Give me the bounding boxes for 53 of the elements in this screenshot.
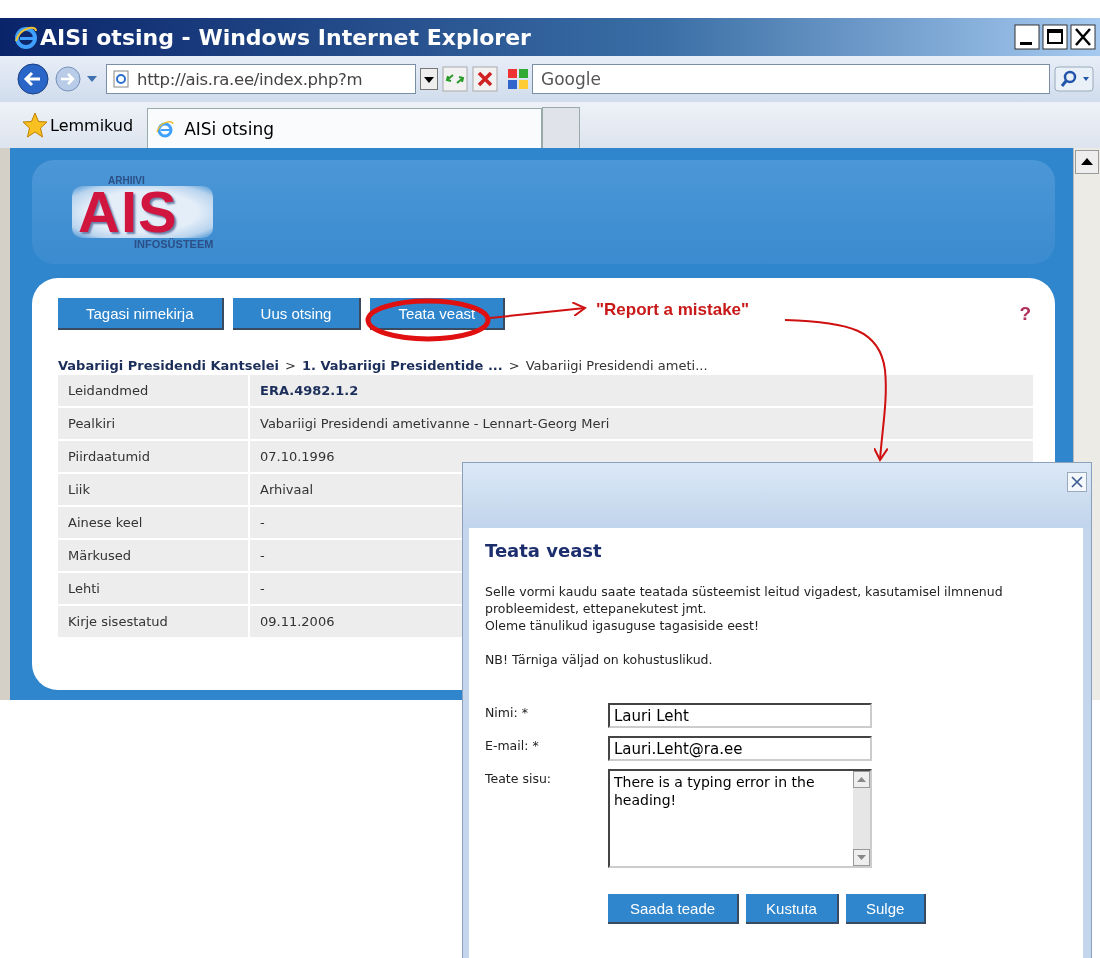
table-cell: Liik	[58, 474, 248, 505]
dialog-button[interactable]: Kustuta	[746, 894, 839, 924]
search-engine-icon	[508, 69, 528, 89]
dialog-button[interactable]: Sulge	[845, 894, 927, 924]
breadcrumb-separator: >	[508, 358, 520, 373]
table-cell: Vabariigi Presidendi ametivanne - Lennart-Georg Meri	[250, 408, 1033, 439]
note-text: NB! Tärniga väljad on kohustuslikud.	[485, 652, 714, 667]
table-cell: Leidandmed	[58, 375, 248, 406]
input-field[interactable]: Lauri.Leht@ra.ee	[608, 736, 872, 761]
action-button[interactable]: Tagasi nimekirja	[58, 298, 224, 330]
breadcrumb-separator: >	[285, 358, 296, 373]
browser-tab[interactable]: AISi otsing	[147, 108, 543, 148]
field-label: E-mail: *	[485, 737, 540, 755]
breadcrumb-current: Vabariigi Presidendi ameti...	[525, 358, 708, 373]
table-cell: Piirdaatumid	[58, 441, 248, 472]
table-cell: Lehti	[58, 573, 248, 604]
back-icon[interactable]	[16, 62, 50, 96]
search-icon[interactable]	[1054, 66, 1094, 92]
input-field[interactable]: Lauri Leht	[608, 703, 872, 728]
help-link[interactable]: ?	[1019, 303, 1031, 325]
table-cell: Kirje sisestatud	[58, 606, 248, 637]
browser-logo-icon	[156, 119, 175, 138]
table-cell: Ainese keel	[58, 507, 248, 538]
favorites-button[interactable]: Lemmikud	[22, 105, 134, 145]
logo-text: AIS	[72, 185, 214, 238]
maximize-icon[interactable]	[1042, 24, 1068, 50]
dropdown-icon[interactable]	[420, 68, 438, 90]
crumb-link[interactable]: 1. Vabariigi Presidentide ...	[301, 358, 503, 373]
table-cell: Märkused	[58, 540, 248, 571]
annotation-text: "Report a mistake"	[596, 300, 750, 319]
address-field[interactable]: http://ais.ra.ee/index.php?m	[106, 64, 416, 94]
action-button[interactable]: Uus otsing	[232, 298, 362, 330]
window-title: AISi otsing - Windows Internet Explorer	[40, 24, 531, 50]
table-cell: ERA.4982.1.2	[250, 375, 1033, 406]
logo-text: INFOSÜSTEEM	[134, 237, 214, 250]
dialog-button[interactable]: Saada teade	[608, 894, 740, 924]
page-icon	[113, 70, 129, 88]
field-label: Teate sisu:	[485, 770, 553, 788]
scroll-up-icon[interactable]	[1075, 150, 1099, 174]
table-cell: Pealkiri	[58, 408, 248, 439]
close-icon[interactable]	[1067, 472, 1087, 492]
crumb-link[interactable]: Vabariigi Presidendi Kantselei	[58, 358, 280, 373]
field-label: Nimi: *	[485, 704, 529, 722]
logo-text: ARHIIVI	[108, 174, 146, 186]
minimize-icon[interactable]	[1014, 24, 1040, 50]
browser-logo-icon	[14, 25, 38, 49]
search-field[interactable]: Google	[532, 64, 1050, 94]
star-icon	[22, 112, 48, 138]
stop-icon[interactable]	[472, 66, 498, 92]
dialog-title: Teata veast	[485, 540, 603, 561]
intro-text: Oleme tänulikud igasuguse tagasiside eest!	[485, 617, 760, 634]
close-icon[interactable]	[1070, 24, 1096, 50]
forward-icon[interactable]	[54, 65, 82, 93]
